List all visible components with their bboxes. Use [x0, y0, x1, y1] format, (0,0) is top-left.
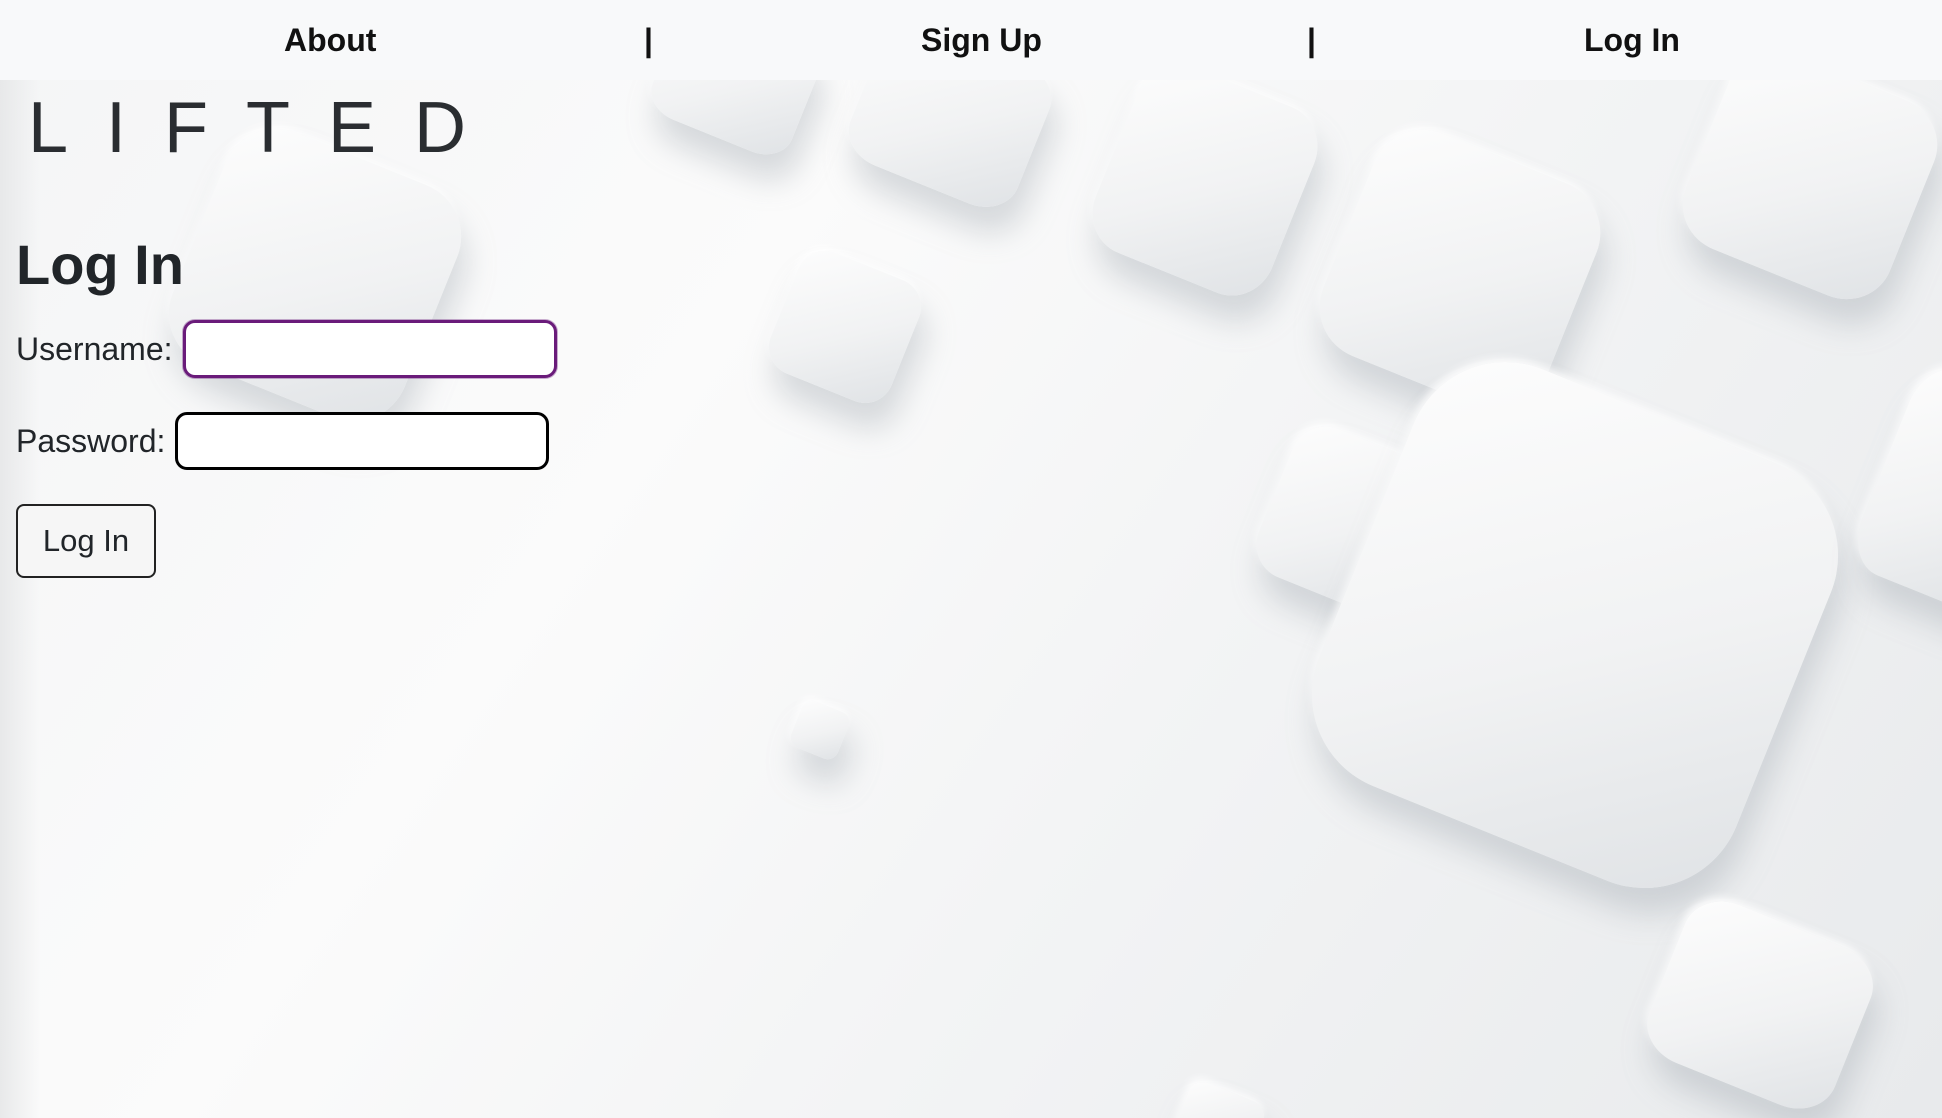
- password-label: Password:: [16, 423, 166, 459]
- brand-logo: LIFTED: [28, 88, 505, 168]
- nav-separator: |: [644, 22, 653, 58]
- password-row: Password:: [16, 412, 550, 470]
- page-title: Log In: [16, 233, 184, 296]
- nav-separator: |: [1307, 22, 1316, 58]
- login-form: Log In Username: Password: Log In: [16, 230, 557, 578]
- nav-link-sign-up[interactable]: Sign Up: [921, 20, 1042, 60]
- username-label: Username:: [16, 331, 173, 367]
- log-in-button[interactable]: Log In: [16, 504, 156, 578]
- top-navbar: About | Sign Up | Log In: [0, 0, 1942, 80]
- nav-link-log-in[interactable]: Log In: [1584, 20, 1680, 60]
- nav-link-about[interactable]: About: [284, 20, 376, 60]
- password-input[interactable]: [175, 412, 550, 470]
- username-input[interactable]: [182, 320, 557, 378]
- username-row: Username:: [16, 320, 557, 378]
